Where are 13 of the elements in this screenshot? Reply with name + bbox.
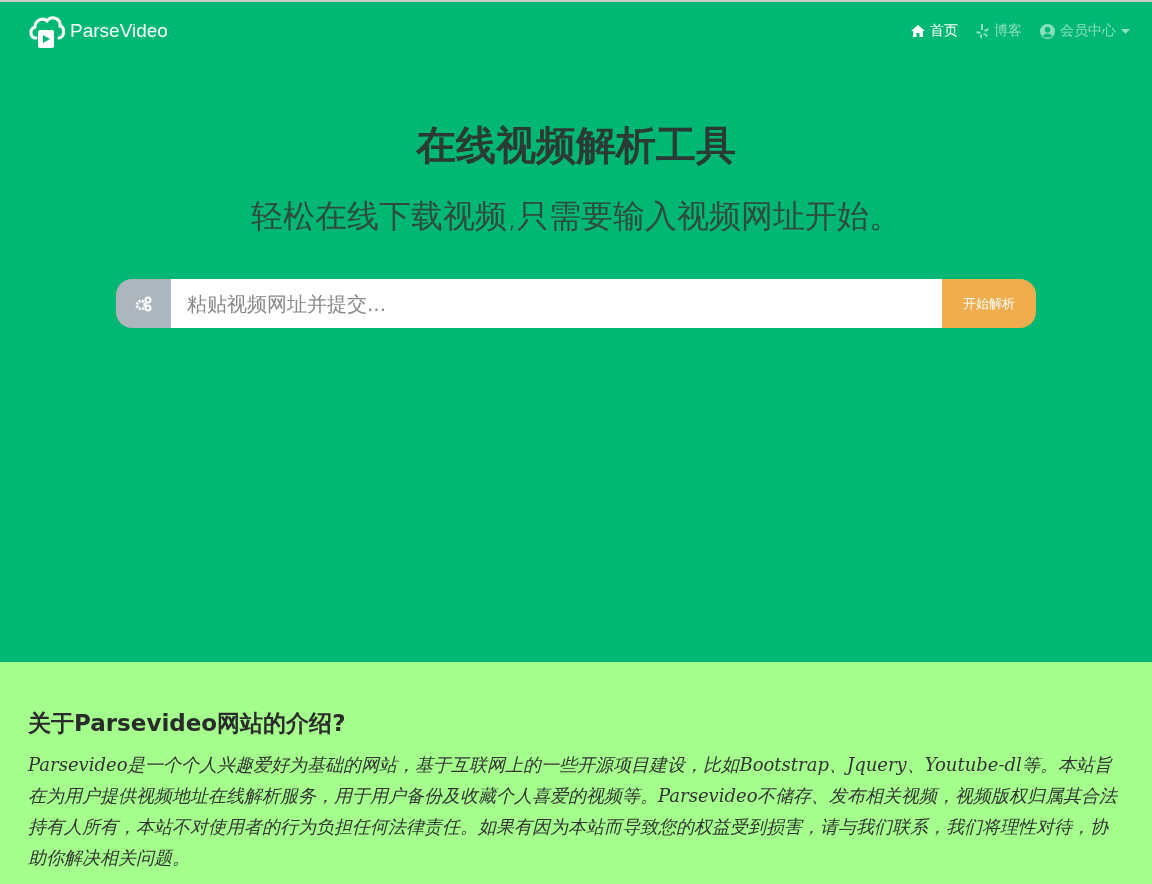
user-circle-icon xyxy=(1040,23,1055,39)
parse-button[interactable]: 开始解析 xyxy=(942,279,1036,328)
about-paragraph: Parsevideo是一个个人兴趣爱好为基础的网站，基于互联网上的一些开源项目建设，比如Bootstrap、Jquery、Youtube-dl等。本站旨在为用户提供视频地址在线解析服务，用于用户备份及收藏个人喜爱的视频等。Parsevideo不储存、发布相关视频，视频版权归属其合法持有人所有，本站不对使用者的行为负担任何法律责任。如果有因为本站而导致您的权益受到损害，请与我们联系，我们将理性对待，协助你解决相关问题。 xyxy=(28,753,1119,870)
url-input-field[interactable]: 粘贴视频网址并提交... xyxy=(171,279,942,328)
nav-link[interactable]: 会员中心 xyxy=(1040,22,1130,40)
about-heading: 关于Parsevideo网站的介绍? xyxy=(28,709,347,738)
nav-link[interactable]: 首页 xyxy=(911,22,958,40)
hero-subtitle: 轻松在线下载视频,只需要输入视频网址开始。 xyxy=(250,196,902,237)
gears-icon xyxy=(134,295,153,312)
hero-title: 在线视频解析工具 xyxy=(416,121,736,170)
home-icon xyxy=(911,25,925,37)
brand-logo-link[interactable]: ParseVideo xyxy=(28,12,168,50)
nav-link[interactable]: 博客 xyxy=(976,22,1022,40)
